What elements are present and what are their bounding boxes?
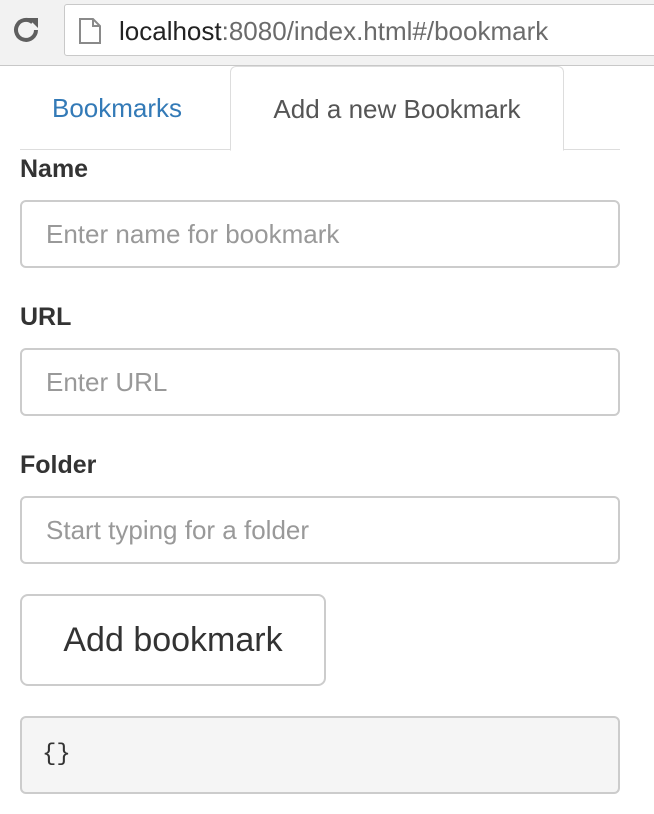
reload-icon[interactable] <box>10 14 42 46</box>
name-label: Name <box>20 155 89 183</box>
browser-toolbar: localhost:8080/index.html#/bookmark <box>0 0 654 66</box>
address-url: localhost:8080/index.html#/bookmark <box>119 16 548 46</box>
url-path: :8080/index.html#/bookmark <box>221 16 549 46</box>
folder-label: Folder <box>20 451 97 479</box>
tab-bar: Bookmarks Add a new Bookmark <box>20 66 620 151</box>
url-label: URL <box>20 303 72 331</box>
page-icon <box>79 18 101 44</box>
tab-add-bookmark[interactable]: Add a new Bookmark <box>230 66 564 151</box>
address-bar[interactable]: localhost:8080/index.html#/bookmark <box>64 4 654 56</box>
json-output: {} <box>20 716 620 794</box>
main-content: Bookmarks Add a new Bookmark Name URL Fo… <box>20 66 620 794</box>
url-host: localhost <box>119 16 222 46</box>
url-input[interactable] <box>20 348 620 416</box>
folder-input[interactable] <box>20 496 620 564</box>
name-input[interactable] <box>20 200 620 268</box>
tab-bookmarks[interactable]: Bookmarks <box>20 66 214 150</box>
add-bookmark-button[interactable]: Add bookmark <box>20 594 326 686</box>
